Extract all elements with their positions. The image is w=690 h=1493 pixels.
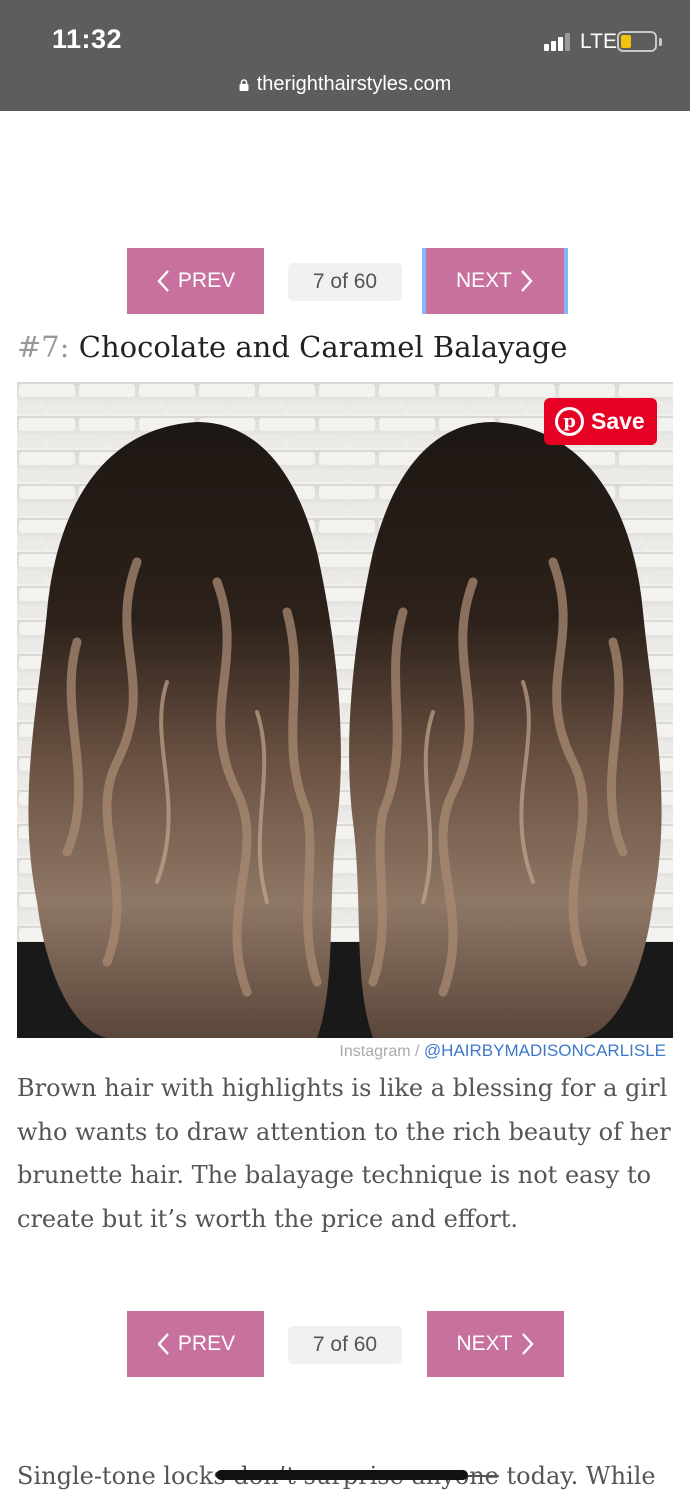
chevron-right-icon [521, 1333, 534, 1355]
title-number: #7: [17, 330, 70, 364]
pinterest-icon: p [555, 407, 584, 436]
instagram-handle-link[interactable]: @HAIRBYMADISONCARLISLE [424, 1041, 666, 1060]
chevron-right-icon [521, 270, 533, 292]
chevron-left-icon [157, 270, 169, 292]
url-text: therighthairstyles.com [256, 73, 452, 95]
photo-credit: Instagram / @HAIRBYMADISONCARLISLE [339, 1041, 666, 1061]
next-label: NEXT [456, 1332, 513, 1355]
next-label: NEXT [455, 269, 512, 292]
browser-top-bar: 11:32 LTE therighthairstyles.com [0, 0, 690, 111]
next-button-bottom[interactable]: NEXT [427, 1311, 564, 1377]
battery-cap [659, 38, 662, 46]
prev-label: PREV [177, 269, 236, 292]
next-button[interactable]: NEXT [422, 248, 568, 314]
lock-icon [239, 79, 249, 91]
article-paragraph: Brown hair with highlights is like a ble… [17, 1074, 671, 1233]
pinterest-save-button[interactable]: p Save [544, 398, 657, 445]
credit-source: Instagram / [339, 1043, 420, 1060]
address-bar[interactable]: therighthairstyles.com [0, 73, 690, 96]
network-type: LTE [580, 30, 617, 53]
next-paragraph-start: Single-tone locks [17, 1462, 226, 1490]
status-time: 11:32 [52, 24, 123, 54]
prev-label: PREV [177, 1332, 236, 1355]
home-indicator[interactable] [216, 1470, 468, 1480]
signal-bars-icon [544, 33, 574, 51]
page-count: 7 of 60 [288, 1326, 402, 1364]
pager-bottom: PREV 7 of 60 NEXT [0, 1311, 690, 1377]
page-count: 7 of 60 [288, 263, 402, 301]
article-title: #7: Chocolate and Caramel Balayage [17, 330, 567, 364]
prev-button[interactable]: PREV [127, 248, 264, 314]
pager-top: PREV 7 of 60 NEXT [0, 248, 690, 314]
hair-image-illustration [17, 382, 673, 1038]
chevron-left-icon [157, 1333, 169, 1355]
next-paragraph-end: today. While [506, 1462, 656, 1490]
battery-icon [617, 31, 657, 52]
title-text: Chocolate and Caramel Balayage [78, 330, 568, 364]
prev-button-bottom[interactable]: PREV [127, 1311, 264, 1377]
hairstyle-photo [17, 382, 673, 1038]
save-label: Save [591, 408, 645, 434]
